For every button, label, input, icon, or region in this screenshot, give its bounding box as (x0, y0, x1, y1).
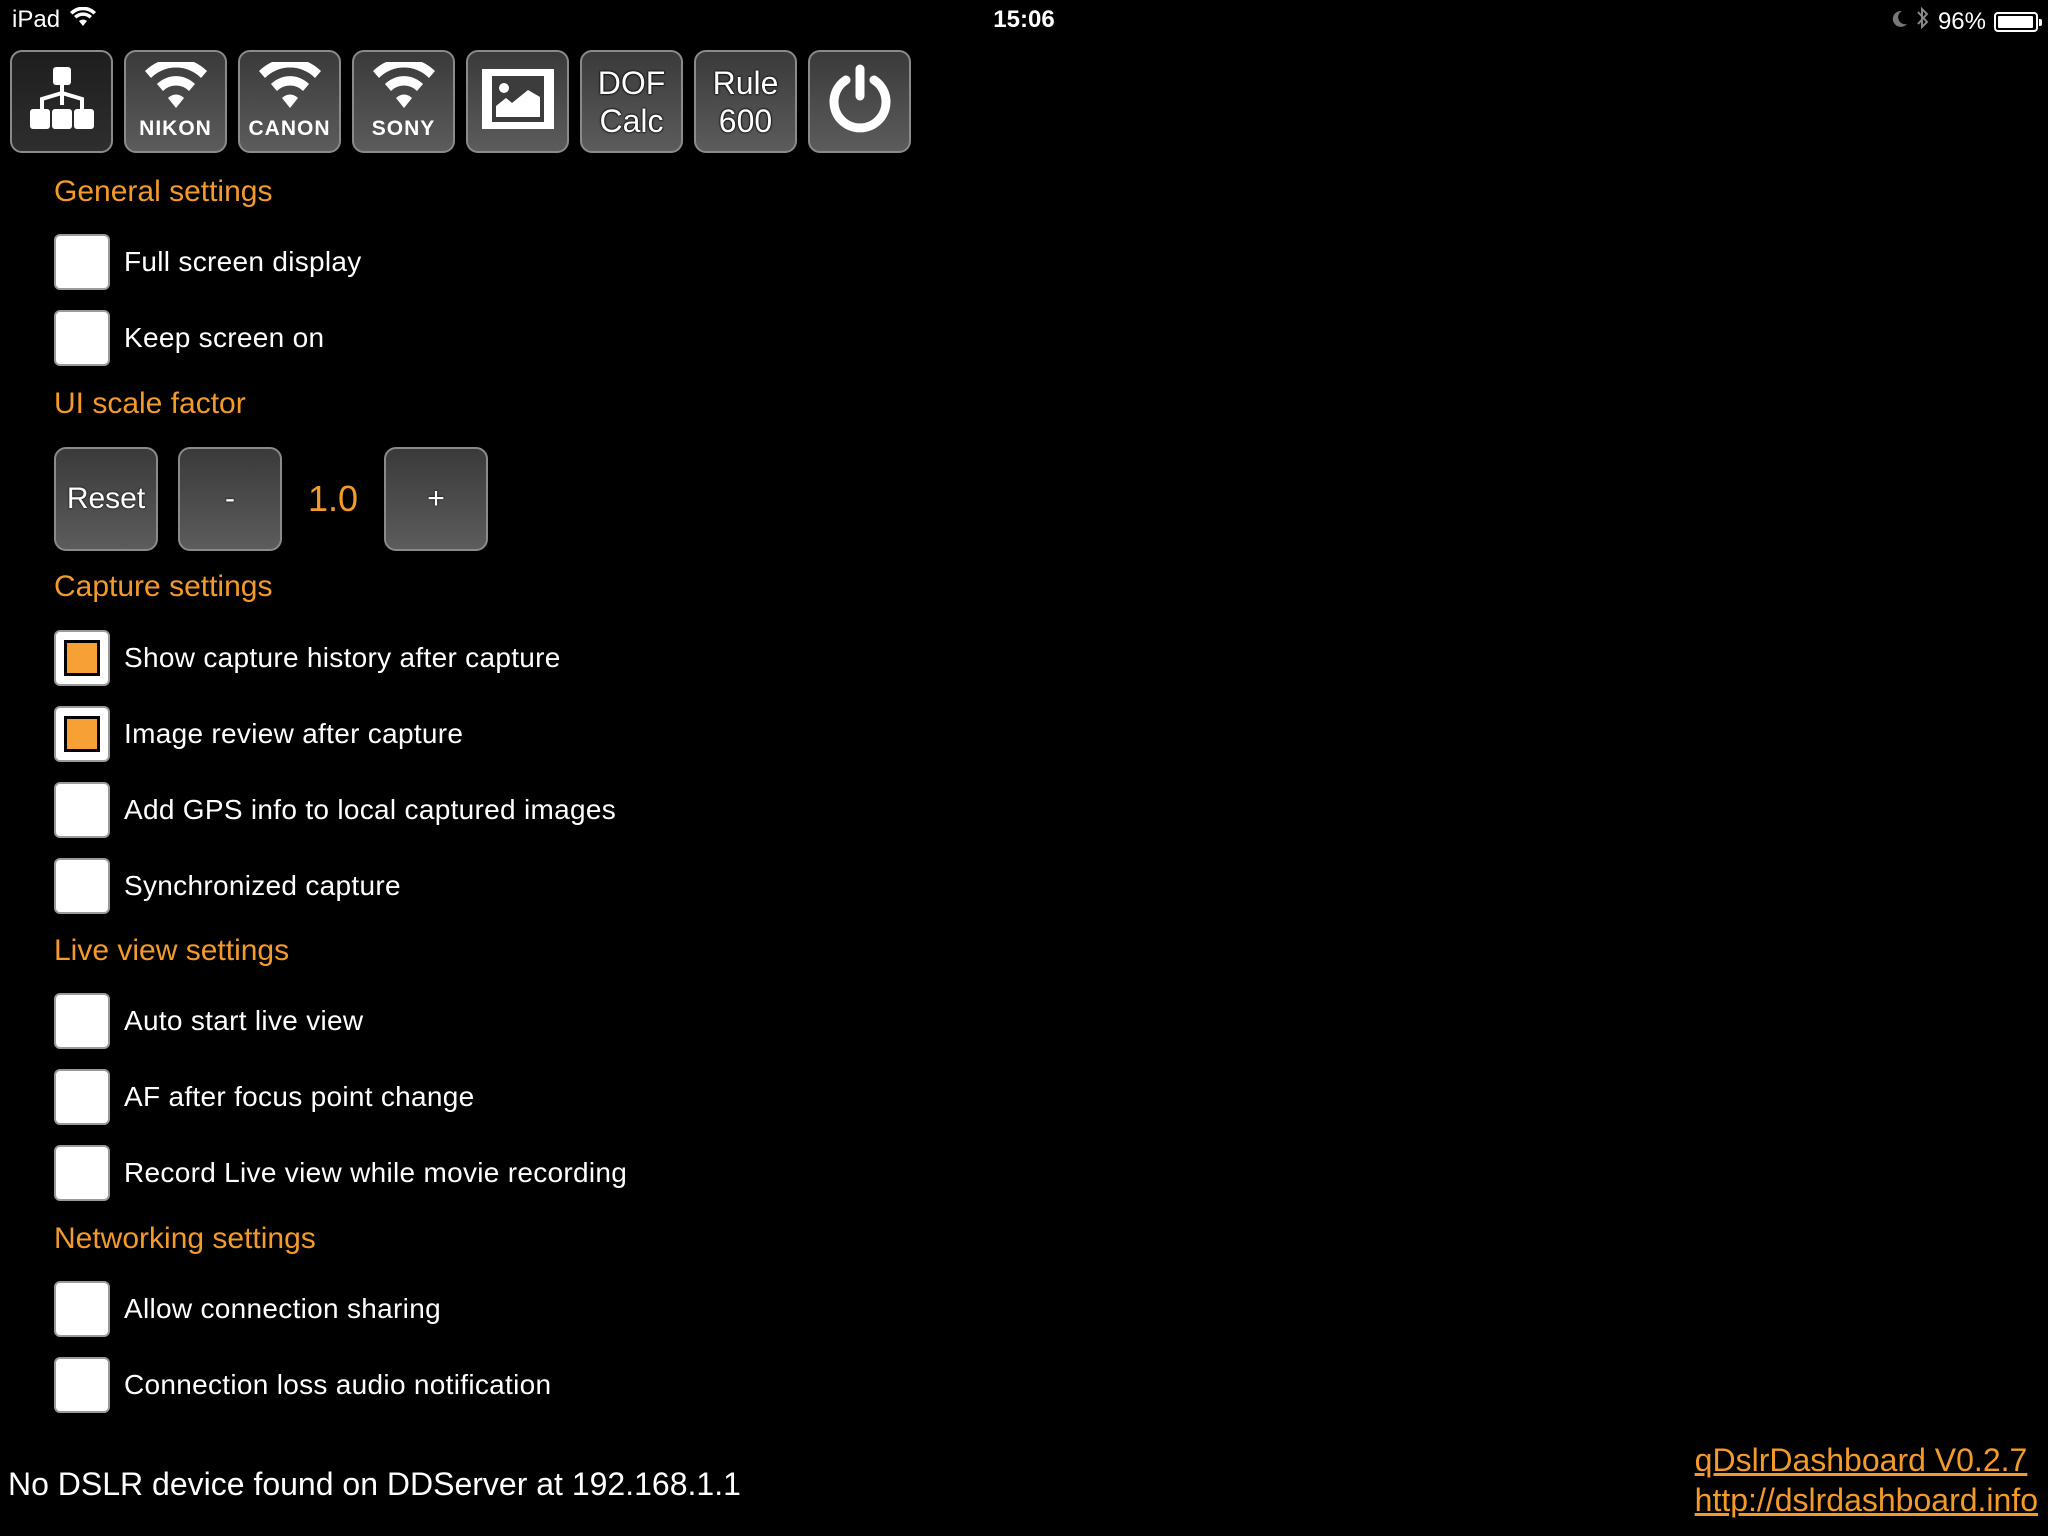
checkbox[interactable] (54, 310, 110, 366)
gallery-button[interactable] (466, 50, 569, 153)
setting-image-review[interactable]: Image review after capture (54, 706, 463, 762)
setting-full-screen-display[interactable]: Full screen display (54, 234, 362, 290)
bluetooth-icon (1916, 6, 1930, 37)
connection-status: No DSLR device found on DDServer at 192.… (8, 1466, 741, 1502)
checkbox[interactable] (54, 1357, 110, 1413)
ui-scale-control: Reset - 1.0 + (54, 447, 488, 551)
power-icon (826, 64, 894, 139)
increase-scale-button[interactable]: + (384, 447, 488, 551)
checkbox[interactable] (54, 1069, 110, 1125)
power-button[interactable] (808, 50, 911, 153)
checkbox[interactable] (54, 858, 110, 914)
setting-auto-start-live-view[interactable]: Auto start live view (54, 993, 363, 1049)
checkbox[interactable] (54, 782, 110, 838)
setting-label: AF after focus point change (124, 1081, 475, 1112)
sony-wifi-button[interactable]: SONY (352, 50, 455, 153)
checkbox[interactable] (54, 1281, 110, 1337)
setting-synchronized-capture[interactable]: Synchronized capture (54, 858, 401, 914)
setting-label: Allow connection sharing (124, 1293, 441, 1324)
image-icon (481, 69, 554, 134)
decrease-scale-button[interactable]: - (178, 447, 282, 551)
setting-connection-loss-audio[interactable]: Connection loss audio notification (54, 1357, 551, 1413)
checkbox[interactable] (54, 706, 110, 762)
nikon-wifi-button[interactable]: NIKON (124, 50, 227, 153)
dof-calc-button[interactable]: DOF Calc (580, 50, 683, 153)
setting-label: Record Live view while movie recording (124, 1157, 628, 1188)
setting-label: Synchronized capture (124, 870, 401, 901)
version-link[interactable]: qDslrDashboard V0.2.7 (1695, 1440, 2038, 1480)
section-live-view-title: Live view settings (54, 934, 290, 967)
wifi-icon (144, 58, 207, 115)
setting-label: Auto start live view (124, 1005, 364, 1036)
clock: 15:06 (993, 6, 1055, 33)
website-link[interactable]: http://dslrdashboard.info (1695, 1480, 2038, 1520)
footer-links: qDslrDashboard V0.2.7 http://dslrdashboa… (1695, 1440, 2038, 1520)
section-ui-scale-title: UI scale factor (54, 387, 246, 420)
checkbox[interactable] (54, 993, 110, 1049)
checkbox[interactable] (54, 630, 110, 686)
setting-label: Keep screen on (124, 322, 325, 353)
moon-icon (1890, 8, 1908, 36)
battery-icon (1994, 11, 2042, 32)
setting-label: Full screen display (124, 246, 362, 277)
dof-calc-line2: Calc (599, 102, 664, 139)
setting-show-capture-history[interactable]: Show capture history after capture (54, 630, 561, 686)
setting-allow-connection-sharing[interactable]: Allow connection sharing (54, 1281, 441, 1337)
setting-label: Show capture history after capture (124, 642, 561, 673)
rule-600-button[interactable]: Rule 600 (694, 50, 797, 153)
network-tree-icon (28, 65, 96, 138)
section-general-title: General settings (54, 175, 273, 208)
reset-button[interactable]: Reset (54, 447, 158, 551)
canon-label: CANON (248, 117, 331, 140)
setting-record-live-view[interactable]: Record Live view while movie recording (54, 1145, 627, 1201)
setting-keep-screen-on[interactable]: Keep screen on (54, 310, 324, 366)
battery-percent: 96% (1937, 7, 1986, 35)
section-networking-title: Networking settings (54, 1222, 316, 1255)
dof-calc-line1: DOF (597, 64, 666, 101)
checkbox[interactable] (54, 234, 110, 290)
sony-label: SONY (371, 117, 436, 140)
nikon-label: NIKON (139, 117, 212, 140)
status-bar: iPad 15:06 96% (0, 0, 2048, 40)
setting-af-after-focus-change[interactable]: AF after focus point change (54, 1069, 475, 1125)
section-capture-title: Capture settings (54, 570, 273, 603)
setting-label: Image review after capture (124, 718, 464, 749)
setting-label: Connection loss audio notification (124, 1369, 552, 1400)
setting-add-gps-info[interactable]: Add GPS info to local captured images (54, 782, 616, 838)
network-button[interactable] (10, 50, 113, 153)
toolbar: NIKON CANON SONY DOF Calc Rule 600 (10, 50, 911, 153)
scale-value: 1.0 (307, 478, 359, 519)
canon-wifi-button[interactable]: CANON (238, 50, 341, 153)
wifi-icon (372, 58, 435, 115)
setting-label: Add GPS info to local captured images (124, 794, 617, 825)
rule-600-line2: 600 (718, 102, 773, 139)
wifi-icon (258, 58, 321, 115)
checkbox[interactable] (54, 1145, 110, 1201)
rule-600-line1: Rule (712, 64, 779, 101)
